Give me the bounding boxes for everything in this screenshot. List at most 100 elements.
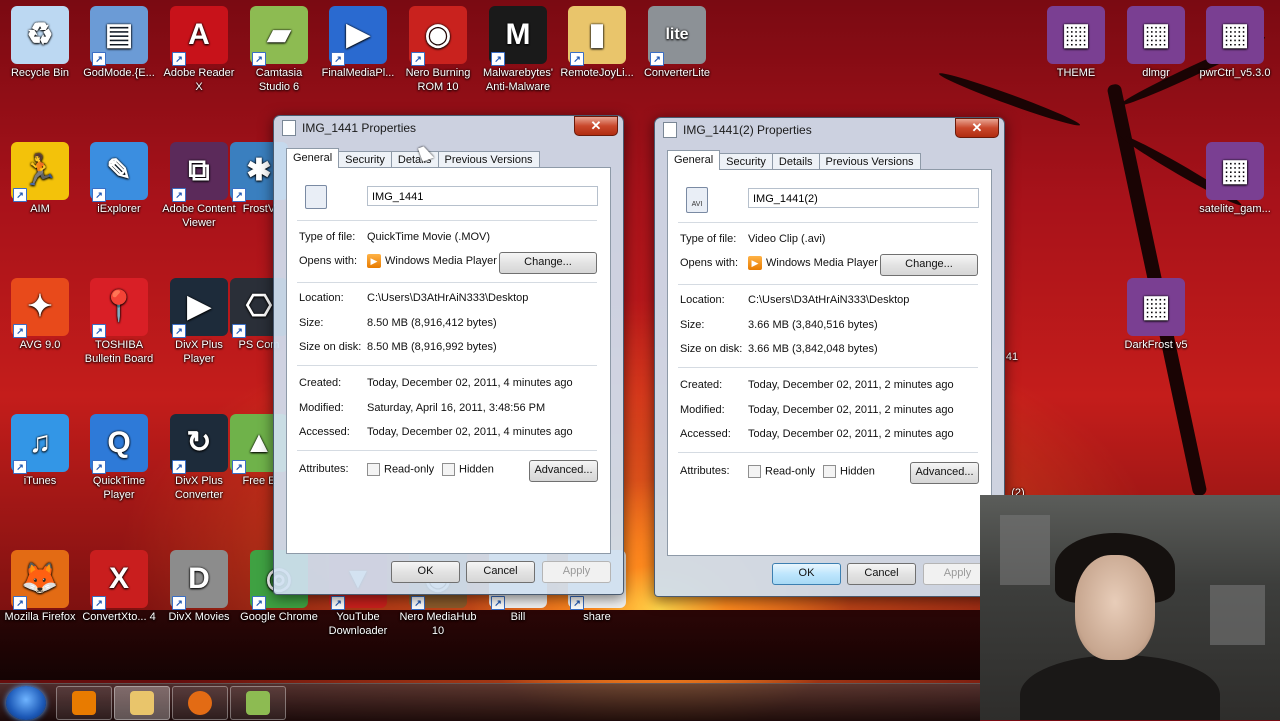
ok-button[interactable]: OK bbox=[772, 563, 841, 585]
itunes-icon: ♫ ↗ bbox=[11, 414, 69, 474]
tab-general[interactable]: General bbox=[286, 148, 340, 168]
desktop-icon-label: Google Chrome bbox=[240, 611, 318, 623]
separator bbox=[297, 220, 597, 221]
properties-window-img1441[interactable]: IMG_1441 Properties ✕ General Security D… bbox=[273, 115, 624, 595]
tab-details[interactable]: Details bbox=[771, 153, 820, 170]
desktop-icon[interactable]: X ↗ ConvertXto... 4 bbox=[79, 546, 159, 624]
properties-window-img1441-2[interactable]: IMG_1441(2) Properties ✕ General Securit… bbox=[654, 117, 1005, 597]
size-on-disk-label: Size on disk: bbox=[680, 343, 743, 355]
ok-button[interactable]: OK bbox=[391, 561, 460, 583]
desktop-icon-label: Nero MediaHub 10 bbox=[399, 611, 477, 637]
checkbox-box[interactable] bbox=[442, 463, 455, 476]
desktop-icon-label: Nero Burning ROM 10 bbox=[405, 67, 471, 93]
desktop-icon[interactable]: lite ↗ ConverterLite bbox=[637, 2, 717, 80]
shortcut-arrow-icon: ↗ bbox=[411, 596, 425, 610]
desktop-icon-label: AVG 9.0 bbox=[19, 339, 61, 351]
desktop-icon[interactable]: ◉ ↗ Nero Burning ROM 10 bbox=[398, 2, 478, 94]
desktop-icon[interactable]: ▮ ↗ RemoteJoyLi... bbox=[557, 2, 637, 80]
size-label: Size: bbox=[680, 319, 705, 331]
tab-security[interactable]: Security bbox=[338, 151, 392, 168]
malwarebytes-icon: M ↗ bbox=[489, 6, 547, 66]
tab-security[interactable]: Security bbox=[719, 153, 773, 170]
file-name-field[interactable]: IMG_1441(2) bbox=[748, 188, 979, 208]
opens-with-value: ▶ Windows Media Player bbox=[748, 256, 878, 270]
desktop-icon[interactable]: 📍 ↗ TOSHIBA Bulletin Board bbox=[79, 274, 159, 366]
opens-with-value: ▶ Windows Media Player bbox=[367, 254, 497, 268]
shortcut-arrow-icon: ↗ bbox=[92, 596, 106, 610]
hidden-checkbox[interactable]: Hidden bbox=[823, 465, 875, 478]
apply-button[interactable]: Apply bbox=[542, 561, 611, 583]
advanced-button[interactable]: Advanced... bbox=[910, 462, 979, 484]
adobe-reader-icon: A ↗ bbox=[170, 6, 228, 66]
readonly-checkbox[interactable]: Read-only bbox=[367, 463, 434, 476]
desktop-icon[interactable]: ▦ THEME bbox=[1036, 2, 1116, 80]
modified-label: Modified: bbox=[299, 402, 344, 414]
change-button[interactable]: Change... bbox=[880, 254, 978, 276]
desktop-icon-label: ConvertXto... 4 bbox=[82, 611, 156, 623]
desktop-icon[interactable]: ▦ DarkFrost v5 bbox=[1116, 274, 1196, 352]
desktop-icon-label: iTunes bbox=[23, 475, 57, 487]
separator bbox=[678, 222, 978, 223]
converterlite-icon: lite ↗ bbox=[648, 6, 706, 66]
desktop-icon[interactable]: ▦ dlmgr bbox=[1116, 2, 1196, 80]
checkbox-box[interactable] bbox=[748, 465, 761, 478]
shortcut-arrow-icon: ↗ bbox=[13, 460, 27, 474]
desktop-icon[interactable]: ♫ ↗ iTunes bbox=[0, 410, 80, 488]
desktop-icon[interactable]: 🦊 ↗ Mozilla Firefox bbox=[0, 546, 80, 624]
tab-previous-versions[interactable]: Previous Versions bbox=[437, 151, 540, 168]
media-player-icon: ▶ ↗ bbox=[329, 6, 387, 66]
start-button[interactable] bbox=[6, 686, 46, 720]
modified-value: Today, December 02, 2011, 2 minutes ago bbox=[748, 404, 954, 416]
desktop-icon[interactable]: ▶ ↗ FinalMediaPl... bbox=[318, 2, 398, 80]
explorer-icon bbox=[130, 691, 154, 715]
camtasia-icon bbox=[246, 691, 270, 715]
size-value: 8.50 MB (8,916,412 bytes) bbox=[367, 317, 497, 329]
change-button[interactable]: Change... bbox=[499, 252, 597, 274]
checkbox-box[interactable] bbox=[823, 465, 836, 478]
hidden-checkbox[interactable]: Hidden bbox=[442, 463, 494, 476]
taskbar-button-camtasia[interactable] bbox=[230, 686, 286, 720]
taskbar-button-media-player[interactable] bbox=[56, 686, 112, 720]
shortcut-arrow-icon: ↗ bbox=[491, 52, 505, 66]
recycle-bin-icon: ♻ bbox=[11, 6, 69, 64]
desktop-icon-label: GodMode.{E... bbox=[83, 67, 155, 79]
desktop-icon[interactable]: 🏃 ↗ AIM bbox=[0, 138, 80, 216]
desktop-icon[interactable]: ▦ satelite_gam... bbox=[1195, 138, 1275, 216]
webcam-overlay bbox=[980, 495, 1280, 720]
nero-icon: ◉ ↗ bbox=[409, 6, 467, 66]
tab-previous-versions[interactable]: Previous Versions bbox=[818, 153, 921, 170]
taskbar-button-explorer[interactable] bbox=[114, 686, 170, 720]
close-button[interactable]: ✕ bbox=[955, 118, 999, 138]
desktop-icon-label: pwrCtrl_v5.3.0 bbox=[1199, 67, 1271, 79]
winrar-icon: ▦ bbox=[1127, 278, 1185, 336]
location-value: C:\Users\D3AtHrAiN333\Desktop bbox=[748, 294, 910, 306]
desktop-icon[interactable]: A ↗ Adobe Reader X bbox=[159, 2, 239, 94]
shortcut-arrow-icon: ↗ bbox=[570, 596, 584, 610]
desktop-icon[interactable]: D ↗ DivX Movies bbox=[159, 546, 239, 624]
desktop-icon[interactable]: ▦ pwrCtrl_v5.3.0 bbox=[1195, 2, 1275, 80]
attributes-label: Attributes: bbox=[299, 463, 349, 475]
tab-general[interactable]: General bbox=[667, 150, 721, 170]
taskbar-button-firefox[interactable] bbox=[172, 686, 228, 720]
desktop-icon[interactable]: ♻ Recycle Bin bbox=[0, 2, 80, 80]
windows-media-player-icon: ▶ bbox=[748, 256, 762, 270]
desktop-icon[interactable]: ▰ ↗ Camtasia Studio 6 bbox=[239, 2, 319, 94]
desktop-icon[interactable]: M ↗ Malwarebytes' Anti-Malware bbox=[478, 2, 558, 94]
shortcut-arrow-icon: ↗ bbox=[331, 596, 345, 610]
desktop-icon[interactable]: ▤ ↗ GodMode.{E... bbox=[79, 2, 159, 80]
desktop-icon-label: Camtasia Studio 6 bbox=[255, 67, 303, 93]
file-name-field[interactable]: IMG_1441 bbox=[367, 186, 598, 206]
desktop-icon[interactable]: ✎ ↗ iExplorer bbox=[79, 138, 159, 216]
desktop-icon-label: Bill bbox=[510, 611, 526, 623]
desktop-icon[interactable]: Q ↗ QuickTime Player bbox=[79, 410, 159, 502]
close-button[interactable]: ✕ bbox=[574, 116, 618, 136]
advanced-button[interactable]: Advanced... bbox=[529, 460, 598, 482]
readonly-checkbox[interactable]: Read-only bbox=[748, 465, 815, 478]
accessed-value: Today, December 02, 2011, 4 minutes ago bbox=[367, 426, 573, 438]
person-body bbox=[1020, 655, 1220, 720]
cancel-button[interactable]: Cancel bbox=[847, 563, 916, 585]
cancel-button[interactable]: Cancel bbox=[466, 561, 535, 583]
desktop-icon[interactable]: ✦ ↗ AVG 9.0 bbox=[0, 274, 80, 352]
checkbox-box[interactable] bbox=[367, 463, 380, 476]
desktop-icon-label: AIM bbox=[30, 203, 50, 215]
